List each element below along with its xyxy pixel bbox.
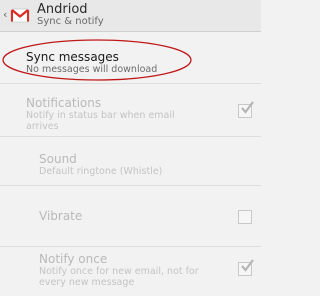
vibrate-row[interactable]: Vibrate [0, 186, 261, 247]
notify-once-row[interactable]: Notify once Notify once for new email, n… [0, 247, 261, 296]
notifications-row[interactable]: Notifications Notify in status bar when … [0, 84, 261, 137]
notify-once-summary-line2: every new message [39, 277, 135, 288]
sound-row[interactable]: Sound Default ringtone (Whistle) [0, 137, 261, 186]
notifications-summary-line2: arrives [26, 121, 59, 132]
gmail-icon[interactable] [10, 5, 30, 25]
notifications-title: Notifications [26, 96, 102, 110]
sound-summary: Default ringtone (Whistle) [39, 166, 163, 177]
notify-once-title: Notify once [39, 252, 108, 266]
back-chevron-icon[interactable]: ‹ [3, 9, 7, 21]
check-icon [241, 101, 254, 114]
vibrate-checkbox[interactable] [238, 210, 252, 224]
sound-title: Sound [39, 152, 77, 166]
screen-subtitle: Sync & notify [37, 16, 104, 27]
vibrate-title: Vibrate [39, 209, 83, 223]
action-bar: ‹ Andriod Sync & notify [0, 0, 261, 32]
notify-once-checkbox[interactable] [238, 259, 254, 276]
app-title: Andriod [37, 2, 88, 17]
highlight-annotation-ellipse [2, 39, 192, 81]
notifications-checkbox[interactable] [238, 101, 254, 118]
check-icon [241, 259, 254, 272]
